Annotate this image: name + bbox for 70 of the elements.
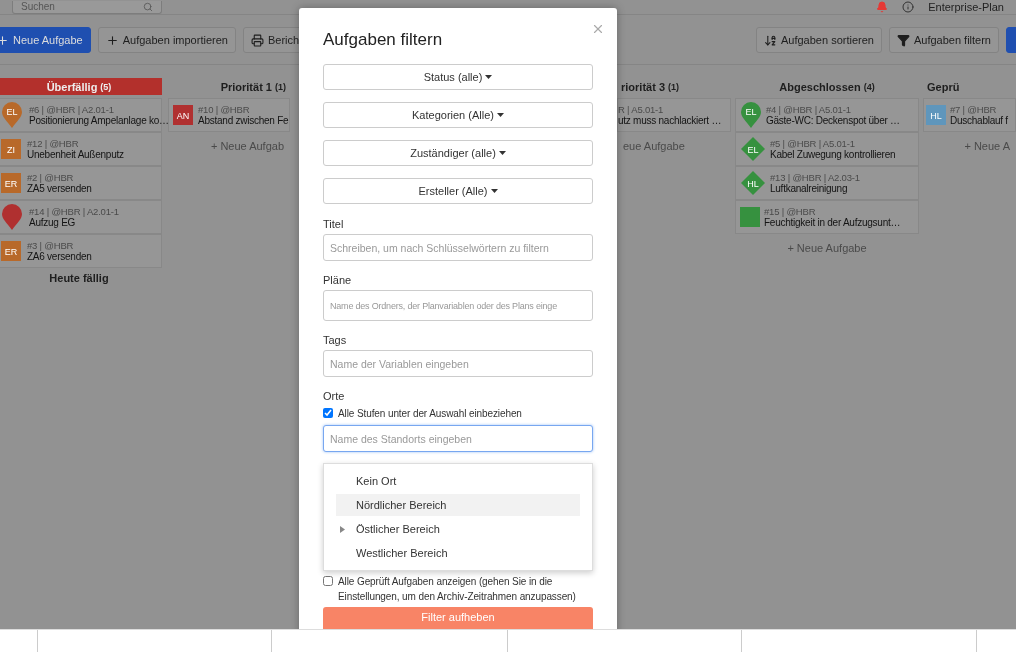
task-title: ZA6 versenden [27,251,92,262]
task-title: Luftkanalreinigung [770,183,849,194]
filter-dropdown[interactable]: Kategorien (Alle) [323,102,593,128]
column-header: Abgeschlossen (4) [778,79,876,95]
diamond-icon: EL [740,136,766,162]
input-field[interactable]: Name des Ordners, der Planvariablen oder des Plans einge [323,290,593,321]
task-meta: #15 | @HBR [764,206,817,217]
task-title: Unebenheit Außenputz [27,149,124,160]
checkbox-label: Alle Geprüft Aufgaben anzeigen (gehen Sie in die Einstellungen, um den Archiv-Zeitrahmen anzupassen) [338,575,577,604]
column-header: Priorität 1 (1) [219,79,287,95]
field-label: Tags [323,334,347,346]
task-card[interactable]: HL #13 | @HBR | A2.03-1 Luftkanalreinigung [735,166,919,200]
column-header: riorität 3 (1) [620,79,680,95]
field-label: Titel [323,218,344,230]
group-title: Heute fällig [48,271,110,286]
filter-dropdown[interactable]: Status (alle) [323,64,593,90]
filter-dropdown[interactable]: Ersteller (Alle) [323,178,593,204]
toolbar-button[interactable]: Neue Aufgabe [0,27,91,53]
task-title: Feuchtigkeit in der Aufzugsunt… [764,217,901,228]
square-icon: HL [926,105,946,125]
task-title: utz muss nachlackiert … [618,115,722,126]
task-card[interactable]: #15 | @HBR Feuchtigkeit in der Aufzugsunt… [735,200,919,234]
task-title: Aufzug EG [29,217,77,228]
task-title: ZA5 versenden [27,183,92,194]
square-icon: ZI [1,139,21,159]
filter-dropdown[interactable]: Zuständiger (alle) [323,140,593,166]
location-option[interactable]: Westlicher Bereich [336,542,580,564]
task-meta: R | A5.01-1 [618,104,665,115]
checkbox-label: Alle Stufen unter der Auswahl einbeziehen [338,407,522,421]
diamond-icon: HL [740,170,766,196]
column-header: Geprü [926,79,961,95]
task-meta: #12 | @HBR [27,138,80,149]
location-field[interactable]: Name des Standorts eingeben [323,425,593,452]
task-card[interactable]: EL #5 | @HBR | A5.01-1 Kabel Zuwegung kontrollieren [735,132,919,166]
input-field[interactable]: Schreiben, um nach Schlüsselwörtern zu filtern [323,234,593,261]
field-label: Orte [323,390,345,402]
task-meta: #14 | @HBR | A2.01-1 [29,206,119,217]
toolbar-button[interactable]: Aufgaben sortieren [756,27,882,53]
task-title: Positionierung Ampelanlage ko… [29,115,169,126]
location-option[interactable]: Nördlicher Bereich [336,494,580,516]
map-pin-icon: EL [740,101,762,129]
task-title: Abstand zwischen Fe [198,115,289,126]
plan-label[interactable]: Enterprise-Plan [928,1,1004,13]
dialog-title: Aufgaben filtern [323,30,444,50]
task-meta: #5 | @HBR | A5.01-1 [770,138,856,149]
task-meta: #10 | @HBR [198,104,251,115]
task-card[interactable]: EL #4 | @HBR | A5.01-1 Gäste-WC: Deckenspot über … [735,98,919,132]
task-title: Duschablauf f [950,115,1008,126]
toolbar-button[interactable]: Aufgaben filtern [888,27,999,53]
task-meta: #4 | @HBR | A5.01-1 [766,104,852,115]
square-icon: AN [173,105,193,125]
task-meta: #3 | @HBR [27,240,75,251]
location-option[interactable]: Östlicher Bereich [336,518,580,540]
task-meta: #6 | @HBR | A2.01-1 [29,104,115,115]
square-icon: ER [1,241,21,261]
task-title: Kabel Zuwegung kontrollieren [770,149,896,160]
field-label: Pläne [323,274,352,286]
task-meta: #2 | @HBR [27,172,75,183]
task-card[interactable]: #14 | @HBR | A2.01-1 Aufzug EG [0,200,162,234]
toolbar-button[interactable]: Aufgaben importieren [97,27,236,53]
task-meta: #7 | @HBR [950,104,998,115]
column-header: Überfällig (5) [0,78,162,95]
input-field[interactable]: Name der Variablen eingeben [323,350,593,377]
location-option[interactable]: Kein Ort [336,470,580,492]
map-pin-icon: EL [1,101,23,129]
square-icon: ER [1,173,21,193]
task-card[interactable]: R | A5.01-1 utz muss nachlackiert … [617,98,731,132]
task-title: Gäste-WC: Deckenspot über … [766,115,900,126]
task-card[interactable]: ZI #12 | @HBR Unebenheit Außenputz [0,132,162,166]
task-meta: #13 | @HBR | A2.03-1 [770,172,860,183]
